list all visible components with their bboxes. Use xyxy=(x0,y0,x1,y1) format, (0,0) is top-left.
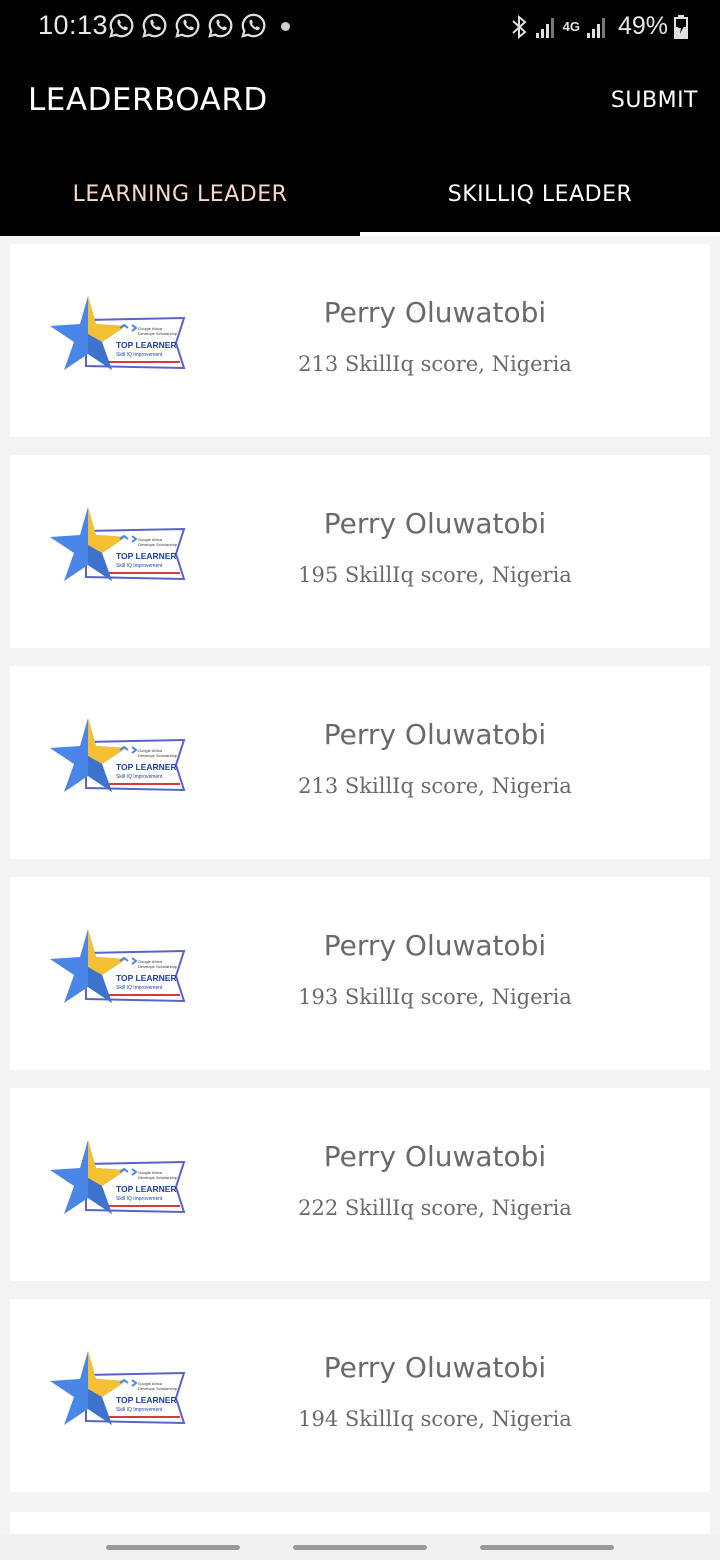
badge-subcaption: Skill IQ Improvement xyxy=(116,1407,163,1413)
tab-skilliq-leader[interactable]: SKILLIQ LEADER xyxy=(360,152,720,236)
leader-card[interactable]: Google Africa Develope Scholarship TOP L… xyxy=(10,666,710,859)
leader-card[interactable]: Google Africa Develope Scholarship TOP L… xyxy=(10,455,710,648)
status-bar: 10:13 4G 49% xyxy=(0,0,720,52)
badge-brand-line-2: Develope Scholarship xyxy=(138,1386,178,1391)
badge-subcaption: Skill IQ Improvement xyxy=(116,774,163,780)
signal-icon-2 xyxy=(586,17,605,38)
learner-name: Perry Oluwatobi xyxy=(323,507,547,540)
bluetooth-icon xyxy=(511,14,527,39)
tab-bar: LEARNING LEADER SKILLIQ LEADER xyxy=(0,152,720,236)
tab-learning-leader[interactable]: LEARNING LEADER xyxy=(0,152,360,236)
learner-name: Perry Oluwatobi xyxy=(323,296,547,329)
badge-subcaption: Skill IQ Improvement xyxy=(116,563,163,569)
badge-caption: TOP LEARNER xyxy=(116,1395,177,1405)
submit-button[interactable]: SUBMIT xyxy=(611,88,698,113)
badge-caption: TOP LEARNER xyxy=(116,973,177,983)
tab-label: SKILLIQ LEADER xyxy=(447,181,633,207)
network-type: 4G xyxy=(562,19,580,34)
app-bar: LEADERBOARD SUBMIT xyxy=(0,52,720,152)
more-notifications-dot xyxy=(281,22,290,31)
notification-icons xyxy=(108,12,267,39)
signal-icon xyxy=(535,17,554,38)
status-indicators: 4G 49% xyxy=(509,12,688,41)
system-nav-bar xyxy=(0,1534,720,1560)
whatsapp-icon xyxy=(208,13,233,38)
leader-card[interactable]: Google Africa Develope Scholarship TOP L… xyxy=(10,1299,710,1492)
learner-name: Perry Oluwatobi xyxy=(323,1140,547,1173)
whatsapp-icon xyxy=(241,13,266,38)
leader-card[interactable]: Google Africa Develope Scholarship TOP L… xyxy=(10,1088,710,1281)
nav-recents-button[interactable] xyxy=(106,1545,240,1550)
badge-caption: TOP LEARNER xyxy=(116,551,177,561)
leader-list[interactable]: Google Africa Develope Scholarship TOP L… xyxy=(0,236,720,1534)
learner-detail: 213 SkillIq score, Nigeria xyxy=(298,352,572,376)
badge-caption: TOP LEARNER xyxy=(116,762,177,772)
leader-card[interactable]: Google Africa Develope Scholarship TOP L… xyxy=(10,877,710,1070)
badge-brand-line-2: Develope Scholarship xyxy=(138,542,178,547)
badge-subcaption: Skill IQ Improvement xyxy=(116,985,163,991)
learner-name: Perry Oluwatobi xyxy=(323,718,547,751)
battery-percent: 49% xyxy=(617,12,668,40)
status-time: 10:13 xyxy=(38,10,109,40)
whatsapp-icon xyxy=(142,13,167,38)
learner-name: Perry Oluwatobi xyxy=(323,929,547,962)
badge-brand-line-2: Develope Scholarship xyxy=(138,331,178,336)
badge-brand-line-2: Develope Scholarship xyxy=(138,1175,178,1180)
whatsapp-icon xyxy=(175,13,200,38)
battery-charging-icon xyxy=(674,14,688,39)
leader-card[interactable]: Google Africa Develope Scholarship TOP L… xyxy=(10,244,710,437)
learner-detail: 222 SkillIq score, Nigeria xyxy=(298,1196,572,1220)
badge-caption: TOP LEARNER xyxy=(116,340,177,350)
learner-detail: 195 SkillIq score, Nigeria xyxy=(298,563,572,587)
badge-brand-line-2: Develope Scholarship xyxy=(138,964,178,969)
leader-card-partial[interactable] xyxy=(10,1512,710,1534)
badge-caption: TOP LEARNER xyxy=(116,1184,177,1194)
badge-brand-line-2: Develope Scholarship xyxy=(138,753,178,758)
whatsapp-icon xyxy=(109,13,134,38)
badge-subcaption: Skill IQ Improvement xyxy=(116,1196,163,1202)
learner-name: Perry Oluwatobi xyxy=(323,1351,547,1384)
learner-detail: 194 SkillIq score, Nigeria xyxy=(298,1407,572,1431)
nav-back-button[interactable] xyxy=(480,1545,614,1550)
learner-detail: 213 SkillIq score, Nigeria xyxy=(298,774,572,798)
learner-detail: 193 SkillIq score, Nigeria xyxy=(298,985,572,1009)
page-title: LEADERBOARD xyxy=(28,82,268,118)
badge-subcaption: Skill IQ Improvement xyxy=(116,352,163,358)
nav-home-button[interactable] xyxy=(293,1545,427,1550)
tab-label: LEARNING LEADER xyxy=(72,181,288,207)
